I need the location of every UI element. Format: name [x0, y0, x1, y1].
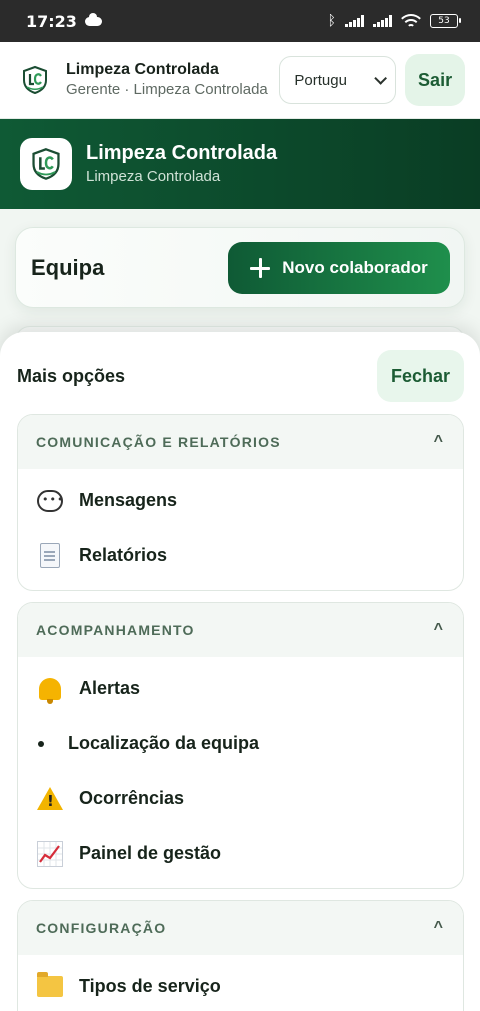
- company-banner: Limpeza Controlada Limpeza Controlada: [0, 119, 480, 209]
- battery-icon: 53: [430, 14, 461, 28]
- new-collaborator-label: Novo colaborador: [282, 257, 428, 277]
- battery-level: 53: [438, 16, 450, 26]
- app-logo-icon: [23, 65, 47, 95]
- bell-icon: [36, 675, 64, 704]
- menu-item-service-types[interactable]: Tipos de serviço: [18, 959, 463, 1011]
- section-header[interactable]: ACOMPANHAMENTO ^: [18, 603, 463, 657]
- cloud-icon: [84, 12, 102, 26]
- signal-icon-2: [373, 15, 392, 27]
- plus-icon: [250, 257, 271, 278]
- menu-item-label: Ocorrências: [79, 788, 185, 808]
- banner-title: Limpeza Controlada: [86, 142, 278, 164]
- section-label: COMUNICAÇÃO E RELATÓRIOS: [36, 434, 281, 450]
- chart-increasing-icon: [36, 840, 64, 868]
- banner-subtitle: Limpeza Controlada: [86, 168, 221, 185]
- warning-icon: [36, 785, 64, 813]
- language-value: Português: [294, 71, 347, 89]
- menu-item-label: Relatórios: [79, 545, 168, 565]
- wifi-icon: [401, 14, 421, 28]
- section-header[interactable]: CONFIGURAÇÃO ^: [18, 901, 463, 955]
- sheet-header: Mais opções Fechar: [17, 350, 464, 402]
- chevron-down-icon: [374, 71, 388, 85]
- chevron-up-icon: ^: [433, 919, 443, 936]
- logout-button[interactable]: Sair: [405, 54, 465, 106]
- status-bar: 17:23 ᛒ 53: [0, 0, 480, 42]
- app-title: Limpeza Controlada: [66, 61, 219, 78]
- section-monitoring: ACOMPANHAMENTO ^ Alertas Localização da …: [17, 602, 464, 889]
- menu-item-label: Mensagens: [79, 490, 178, 510]
- folder-icon: [36, 972, 64, 1001]
- document-icon: [36, 542, 64, 570]
- section-communication-reports: COMUNICAÇÃO E RELATÓRIOS ^ Mensagens Rel…: [17, 414, 464, 591]
- close-button[interactable]: Fechar: [377, 350, 464, 402]
- user-role-subtitle: Gerente · Limpeza Controlada: [66, 81, 268, 98]
- status-time: 17:23: [26, 11, 77, 31]
- menu-item-label: Localização da equipa: [68, 733, 260, 753]
- menu-item-label: Painel de gestão: [79, 843, 222, 863]
- menu-item-occurrences[interactable]: Ocorrências: [18, 771, 463, 826]
- team-card: Equipa Novo colaborador: [15, 227, 465, 308]
- sheet-title: Mais opções: [17, 365, 126, 386]
- section-configuration: CONFIGURAÇÃO ^ Tipos de serviço: [17, 900, 464, 1011]
- new-collaborator-button[interactable]: Novo colaborador: [228, 241, 450, 294]
- menu-item-management-panel[interactable]: Painel de gestão: [18, 826, 463, 881]
- company-logo-icon: [32, 148, 60, 180]
- speech-bubble-icon: [36, 487, 64, 515]
- team-title: Equipa: [31, 254, 105, 280]
- language-select[interactable]: Português: [279, 56, 397, 104]
- section-label: CONFIGURAÇÃO: [36, 920, 167, 936]
- app-header: Limpeza Controlada Gerente · Limpeza Con…: [0, 42, 480, 119]
- menu-item-reports[interactable]: Relatórios: [18, 528, 463, 583]
- menu-item-messages[interactable]: Mensagens: [18, 473, 463, 528]
- bullet-icon: [36, 740, 64, 747]
- signal-icon: [345, 15, 364, 27]
- company-logo: [20, 138, 72, 190]
- menu-item-alerts[interactable]: Alertas: [18, 661, 463, 716]
- chevron-up-icon: ^: [433, 621, 443, 638]
- menu-item-label: Tipos de serviço: [79, 976, 221, 996]
- screen: 17:23 ᛒ 53 Limpeza Controlada Gerente · …: [0, 0, 480, 1011]
- menu-item-team-location[interactable]: Localização da equipa: [18, 716, 463, 771]
- bluetooth-icon: ᛒ: [327, 13, 336, 29]
- menu-item-label: Alertas: [79, 678, 141, 698]
- section-label: ACOMPANHAMENTO: [36, 622, 195, 638]
- section-header[interactable]: COMUNICAÇÃO E RELATÓRIOS ^: [18, 415, 463, 469]
- chevron-up-icon: ^: [433, 433, 443, 450]
- more-options-sheet: Mais opções Fechar COMUNICAÇÃO E RELATÓR…: [0, 332, 480, 1011]
